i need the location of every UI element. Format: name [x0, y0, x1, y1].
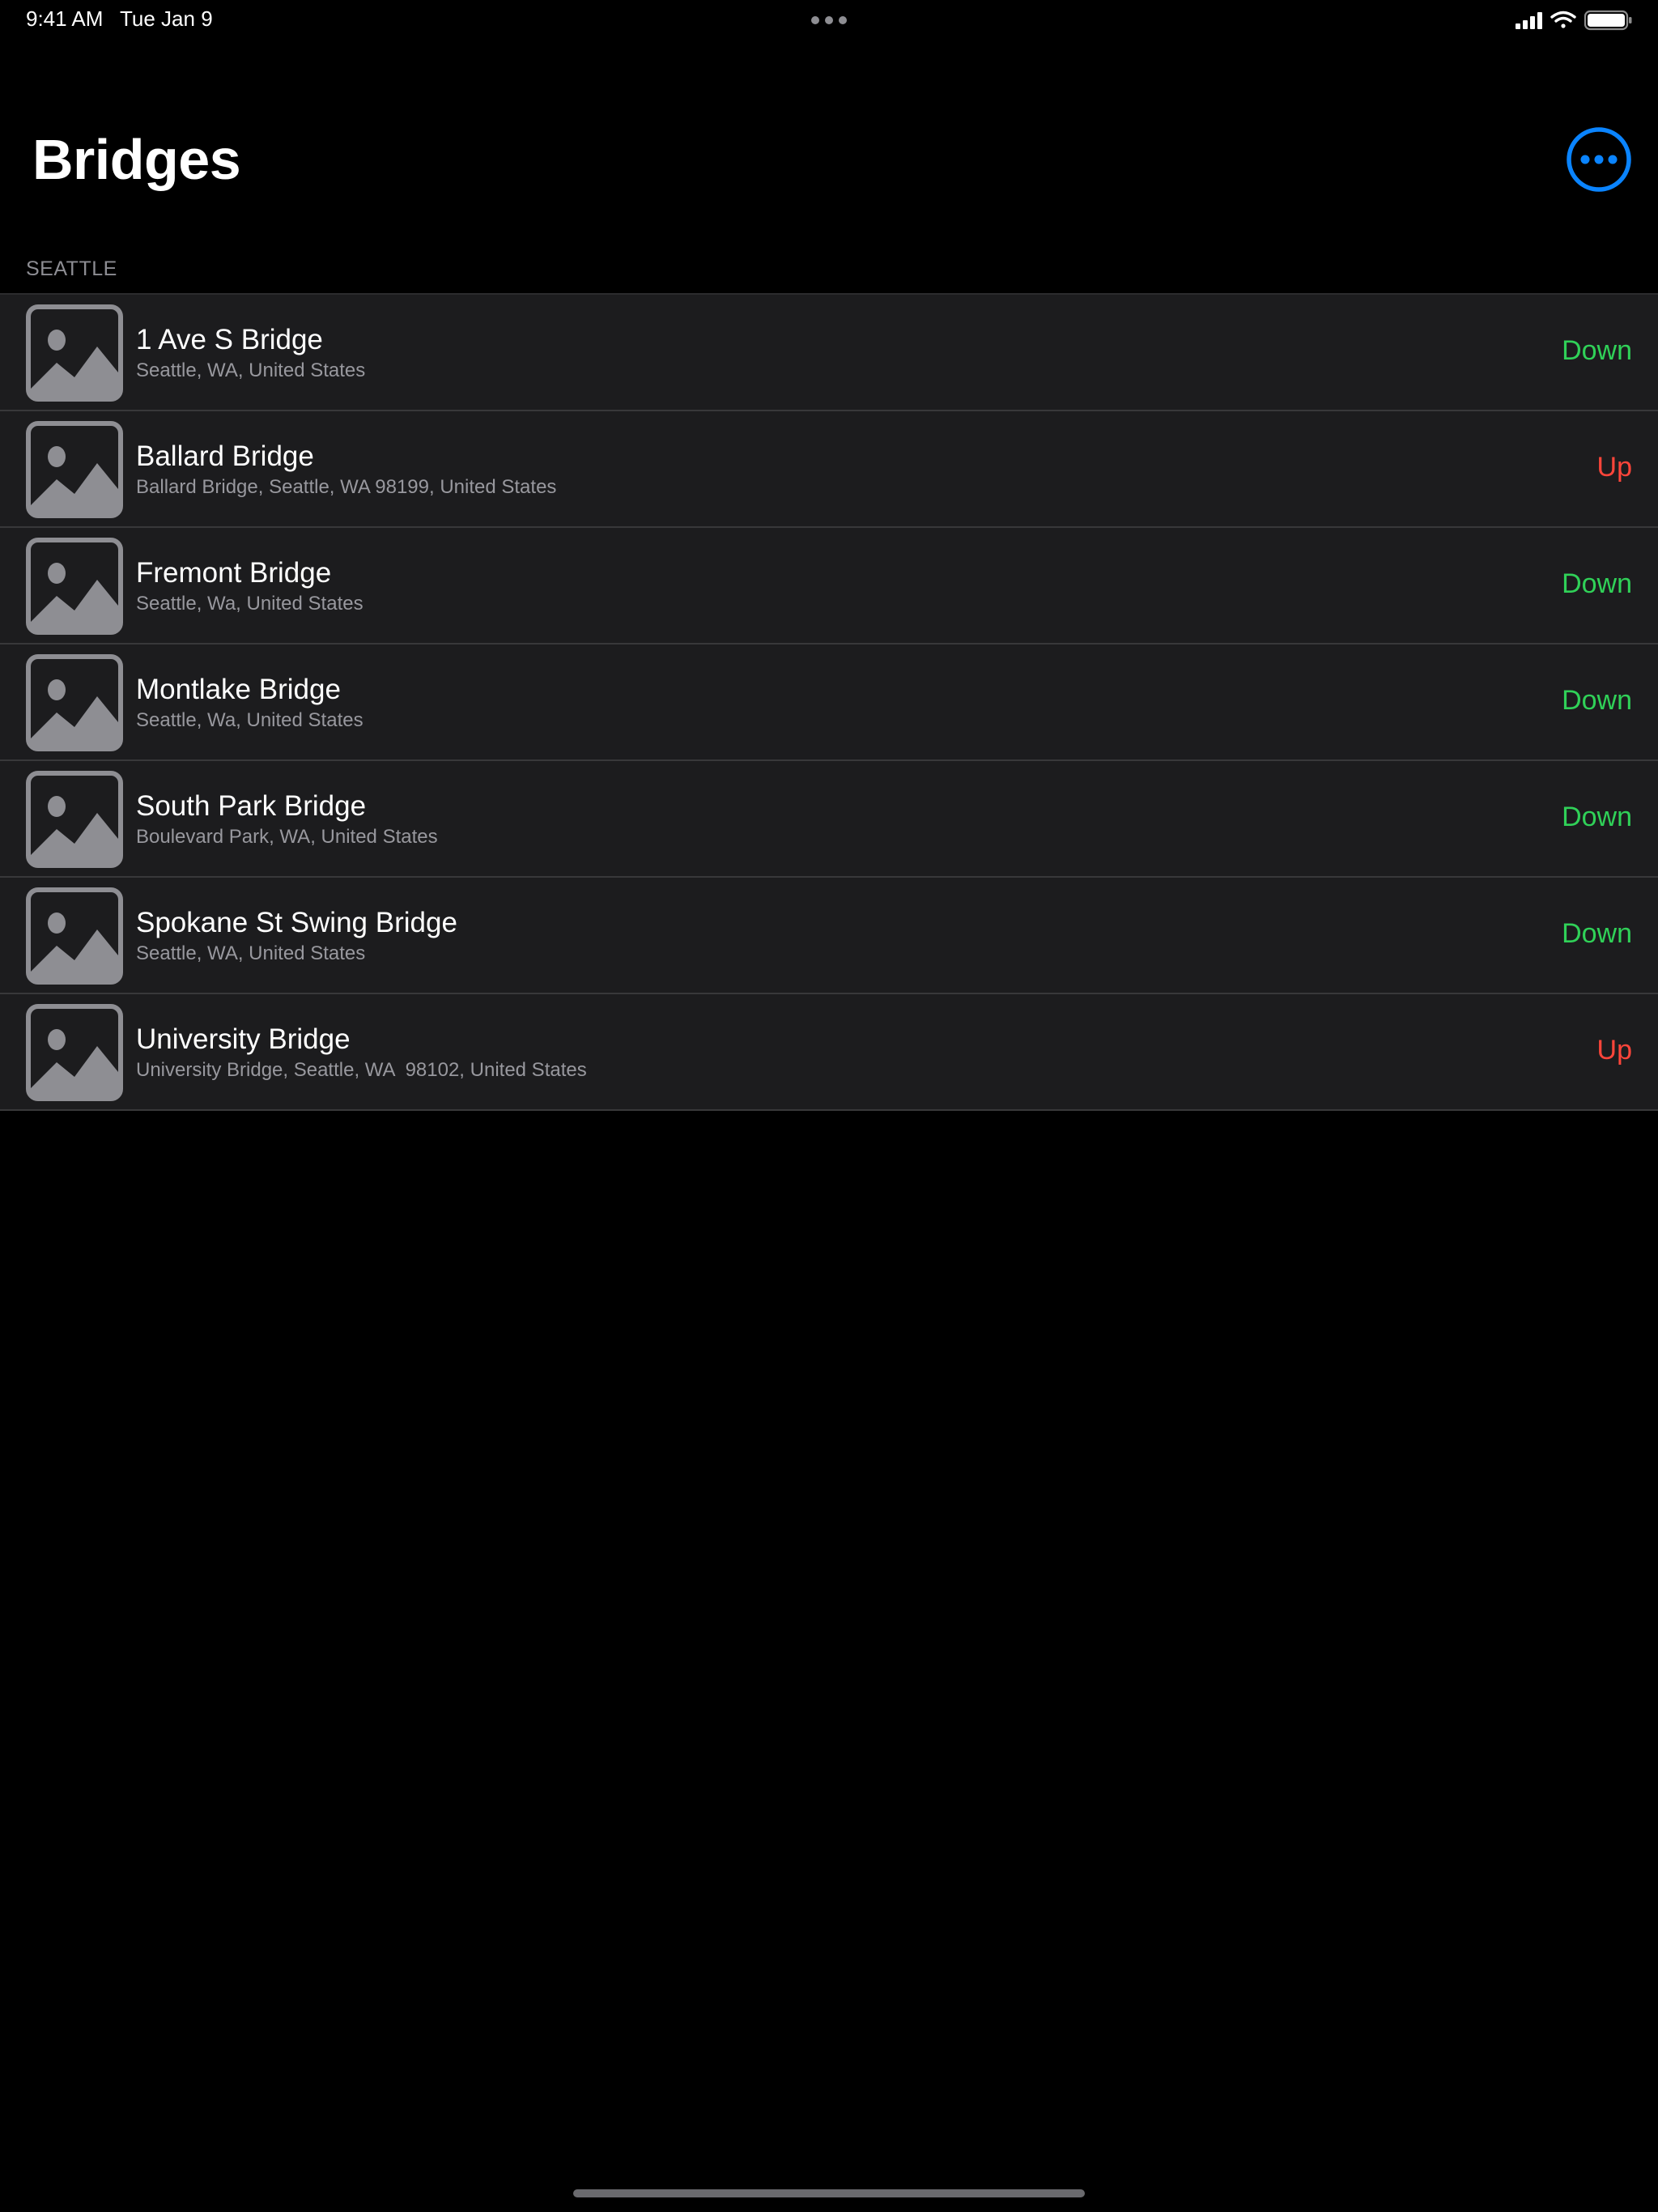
- battery-icon: [1584, 10, 1632, 31]
- status-label: Down: [1562, 918, 1632, 949]
- more-options-button[interactable]: [1566, 126, 1632, 193]
- list-item[interactable]: Spokane St Swing Bridge Seattle, WA, Uni…: [0, 878, 1658, 994]
- bridge-address: Seattle, Wa, United States: [136, 593, 363, 615]
- list-item[interactable]: Montlake Bridge Seattle, Wa, United Stat…: [0, 644, 1658, 761]
- multitasking-dots-icon[interactable]: [811, 16, 847, 24]
- bridge-address: University Bridge, Seattle, WA 98102, Un…: [136, 1059, 587, 1081]
- photo-placeholder-icon: [26, 304, 123, 402]
- photo-placeholder-icon: [26, 1004, 123, 1101]
- bridge-name: Montlake Bridge: [136, 674, 341, 705]
- page-title: Bridges: [32, 128, 241, 191]
- status-label: Down: [1562, 568, 1632, 599]
- bridge-name: Fremont Bridge: [136, 557, 332, 589]
- status-label: Down: [1562, 335, 1632, 366]
- home-indicator[interactable]: [573, 2189, 1085, 2197]
- bridge-name: South Park Bridge: [136, 790, 367, 822]
- list-item[interactable]: 1 Ave S Bridge Seattle, WA, United State…: [0, 295, 1658, 411]
- status-label: Up: [1596, 452, 1632, 483]
- status-bar: 9:41 AM Tue Jan 9: [0, 0, 1658, 39]
- bridge-address: Boulevard Park, WA, United States: [136, 826, 438, 848]
- photo-placeholder-icon: [26, 538, 123, 635]
- bridge-name: Ballard Bridge: [136, 440, 314, 472]
- list-item[interactable]: South Park Bridge Boulevard Park, WA, Un…: [0, 761, 1658, 878]
- status-label: Up: [1596, 1035, 1632, 1066]
- photo-placeholder-icon: [26, 421, 123, 518]
- photo-placeholder-icon: [26, 771, 123, 868]
- wifi-icon: [1550, 11, 1576, 28]
- list-item[interactable]: Ballard Bridge Ballard Bridge, Seattle, …: [0, 411, 1658, 528]
- bridge-address: Ballard Bridge, Seattle, WA 98199, Unite…: [136, 476, 557, 498]
- cellular-signal-icon: [1516, 12, 1542, 29]
- bridge-name: University Bridge: [136, 1023, 351, 1055]
- list-item[interactable]: University Bridge University Bridge, Sea…: [0, 994, 1658, 1111]
- bridge-name: 1 Ave S Bridge: [136, 324, 323, 355]
- bridge-list: 1 Ave S Bridge Seattle, WA, United State…: [0, 293, 1658, 1111]
- bridge-name: Spokane St Swing Bridge: [136, 907, 457, 938]
- status-date: Tue Jan 9: [120, 6, 213, 31]
- list-item[interactable]: Fremont Bridge Seattle, Wa, United State…: [0, 528, 1658, 644]
- status-icons: [1516, 10, 1632, 31]
- bridge-address: Seattle, WA, United States: [136, 942, 366, 964]
- photo-placeholder-icon: [26, 887, 123, 985]
- section-header: SEATTLE: [26, 257, 117, 280]
- ellipsis-circle-icon: [1567, 127, 1631, 192]
- status-time: 9:41 AM: [26, 6, 104, 31]
- bridge-address: Seattle, WA, United States: [136, 359, 366, 381]
- photo-placeholder-icon: [26, 654, 123, 751]
- bridge-address: Seattle, Wa, United States: [136, 709, 363, 731]
- status-label: Down: [1562, 685, 1632, 716]
- status-label: Down: [1562, 802, 1632, 832]
